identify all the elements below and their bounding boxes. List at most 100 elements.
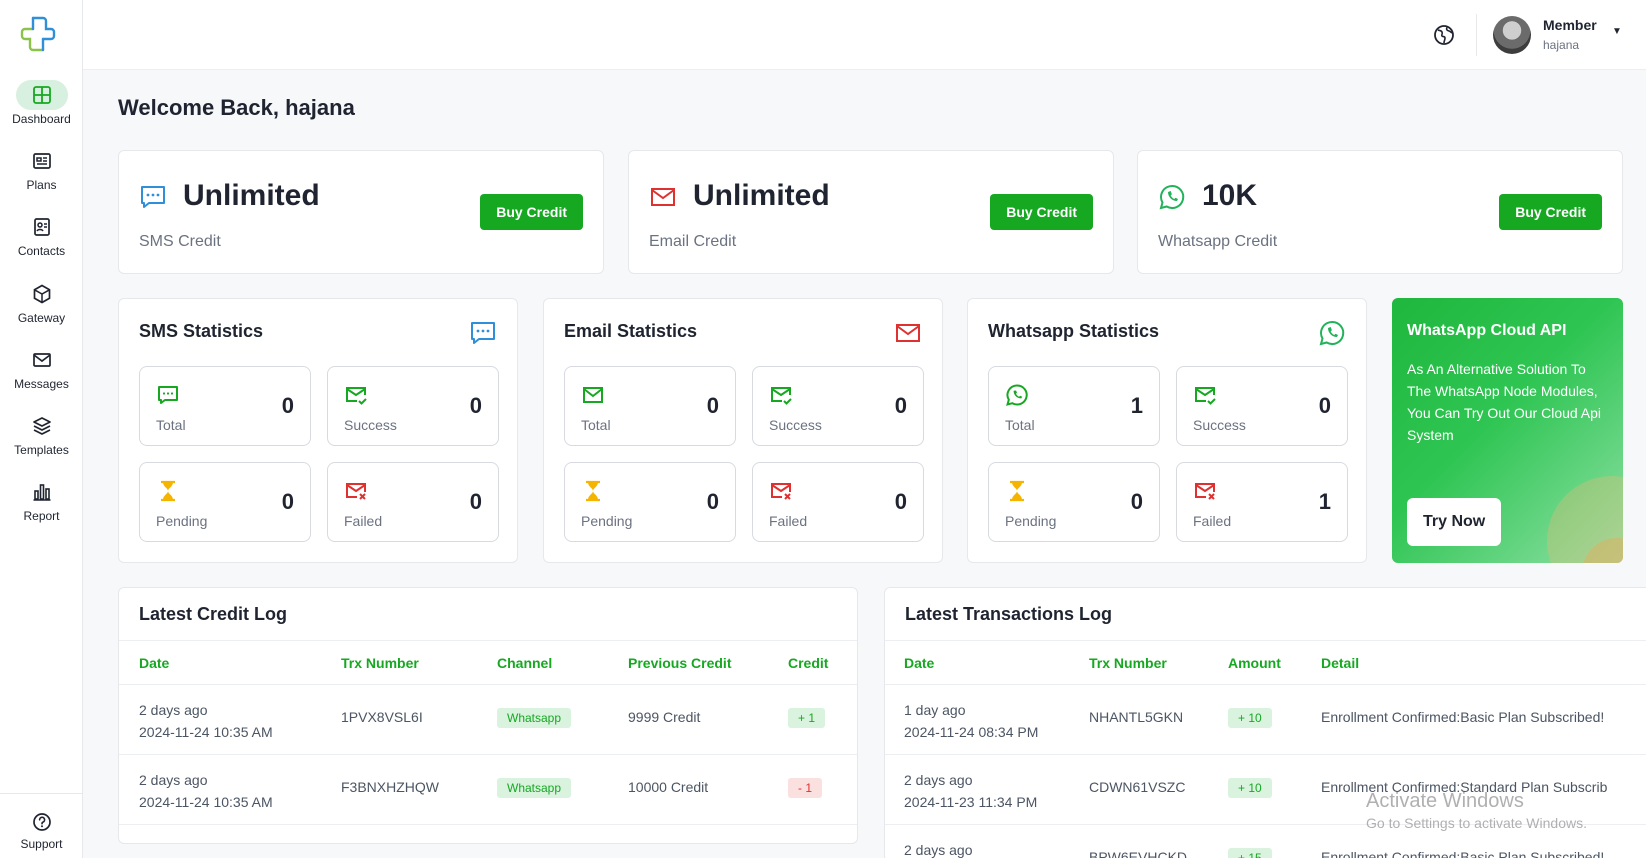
globe-icon[interactable] [1433, 24, 1455, 46]
credit-value: Unlimited [693, 179, 830, 212]
stat-label: Success [344, 417, 397, 433]
row-detail: Enrollment Confirmed:Basic Plan Subscrib… [1321, 709, 1605, 725]
sidebar-item-label: Messages [14, 377, 69, 391]
stat-value: 0 [706, 489, 719, 514]
mail-check-icon [346, 387, 367, 405]
row-date: 2 days ago 2024-11-23 11:34 PM [904, 769, 1037, 813]
channel-badge: Whatsapp [497, 778, 572, 798]
date-absolute: 2024-11-23 11:34 PM [904, 794, 1038, 810]
log-title: Latest Credit Log [139, 604, 288, 624]
credit-label: Email Credit [649, 233, 737, 250]
sms-icon [471, 322, 495, 344]
date-relative: 2 days ago [139, 772, 208, 788]
whatsapp-cloud-api-promo: WhatsApp Cloud API As An Alternative Sol… [1392, 298, 1623, 563]
mail-icon [32, 353, 51, 367]
stat-value: 0 [706, 393, 719, 418]
stat-failed: Failed 1 [1176, 462, 1348, 542]
stat-title: SMS Statistics [139, 321, 264, 341]
whatsapp-statistics-card: Whatsapp Statistics Total 1 Success 0 Pe… [967, 298, 1367, 563]
stat-value: 0 [469, 393, 482, 418]
date-relative: 2 days ago [904, 842, 973, 858]
sidebar-item-gateway[interactable]: Gateway [0, 279, 83, 337]
email-statistics-card: Email Statistics Total 0 Success 0 Pendi… [543, 298, 943, 563]
top-header: Member hajana ▼ [83, 0, 1646, 70]
sidebar-item-label: Report [23, 509, 60, 523]
amount-badge: + 10 [1228, 708, 1272, 728]
mail-check-icon [771, 387, 792, 405]
channel-badge: Whatsapp [497, 708, 572, 728]
help-icon [32, 813, 51, 831]
date-absolute: 2024-11-24 10:35 AM [139, 794, 273, 810]
stat-label: Failed [769, 513, 808, 529]
row-date: 2 days ago 2024-11-24 10:35 AM [139, 699, 273, 743]
row-date: 1 day ago 2024-11-24 08:34 PM [904, 699, 1038, 743]
amount-badge: + 10 [1228, 778, 1272, 798]
gateway-icon [33, 284, 50, 304]
row-date: 2 days ago 2024-11-24 10:35 AM [139, 769, 273, 813]
row-previous-credit: 9999 Credit [628, 709, 701, 725]
hourglass-icon [161, 480, 175, 502]
credit-badge: + 1 [788, 708, 826, 728]
contacts-icon [33, 218, 50, 236]
plans-icon [32, 153, 51, 169]
credit-label: Whatsapp Credit [1158, 233, 1278, 250]
table-row: 2 days ago 2024-11-24 10:35 AM F3BNXHZHQW… [119, 755, 857, 825]
sidebar-item-support[interactable]: Support [0, 809, 83, 858]
sidebar-item-plans[interactable]: Plans [0, 146, 83, 204]
whatsapp-credit-card: 10K Whatsapp Credit Buy Credit [1137, 150, 1623, 274]
buy-whatsapp-credit-button[interactable]: Buy Credit [1499, 194, 1602, 230]
stat-pending: Pending 0 [564, 462, 736, 542]
activate-windows-watermark: Activate Windows [1366, 790, 1524, 812]
log-title: Latest Transactions Log [905, 604, 1113, 624]
sidebar-item-report[interactable]: Report [0, 477, 83, 535]
stat-success: Success 0 [1176, 366, 1348, 446]
stat-total: Total 0 [564, 366, 736, 446]
stat-pending: Pending 0 [988, 462, 1160, 542]
sms-icon [141, 186, 165, 208]
table-row: 2 days ago 2024-11-24 10:35 AM 1PVX8VSL6I… [119, 685, 857, 755]
stat-label: Pending [581, 513, 633, 529]
sidebar-item-messages[interactable]: Messages [0, 345, 83, 403]
stat-label: Failed [1193, 513, 1232, 529]
sms-credit-card: Unlimited SMS Credit Buy Credit [118, 150, 604, 274]
stat-value: 0 [1318, 393, 1331, 418]
sidebar-item-contacts[interactable]: Contacts [0, 212, 83, 270]
stat-success: Success 0 [752, 366, 924, 446]
avatar[interactable] [1493, 16, 1531, 54]
amount-badge: + 15 [1228, 848, 1272, 858]
stat-label: Failed [344, 513, 383, 529]
try-now-button[interactable]: Try Now [1407, 498, 1502, 546]
app-logo-icon[interactable] [18, 14, 58, 54]
whatsapp-icon [1159, 184, 1185, 210]
credit-label: SMS Credit [139, 233, 221, 250]
sidebar-item-dashboard[interactable]: Dashboard [0, 80, 83, 138]
buy-sms-credit-button[interactable]: Buy Credit [480, 194, 583, 230]
stat-label: Total [581, 417, 611, 433]
stat-label: Total [1005, 417, 1035, 433]
stat-label: Success [1193, 417, 1246, 433]
stat-label: Pending [156, 513, 208, 529]
grid-icon [32, 86, 51, 104]
stat-value: 0 [894, 489, 907, 514]
stat-title: Email Statistics [564, 321, 698, 341]
buy-email-credit-button[interactable]: Buy Credit [990, 194, 1093, 230]
stat-value: 1 [1318, 489, 1331, 514]
row-trx: 1PVX8VSL6I [341, 709, 423, 725]
sms-icon [158, 386, 178, 404]
sidebar-item-label: Support [20, 837, 63, 851]
table-header: Date Trx Number Amount Detail [885, 640, 1646, 685]
stat-value: 1 [1130, 393, 1143, 418]
column-header: Credit [788, 655, 829, 671]
sidebar-item-label: Contacts [17, 244, 66, 258]
bar-chart-icon [33, 484, 50, 501]
row-trx: BPW6EVHCKD [1089, 849, 1188, 858]
date-relative: 1 day ago [904, 702, 966, 718]
date-absolute: 2024-11-24 08:34 PM [904, 724, 1039, 740]
sms-statistics-card: SMS Statistics Total 0 Success 0 Pending… [118, 298, 518, 563]
chevron-down-icon[interactable]: ▼ [1612, 26, 1622, 37]
stat-label: Total [156, 417, 186, 433]
row-trx: NHANTL5GKN [1089, 709, 1184, 725]
stat-total: Total 0 [139, 366, 311, 446]
sidebar-item-templates[interactable]: Templates [0, 411, 83, 469]
stat-value: 0 [281, 489, 294, 514]
